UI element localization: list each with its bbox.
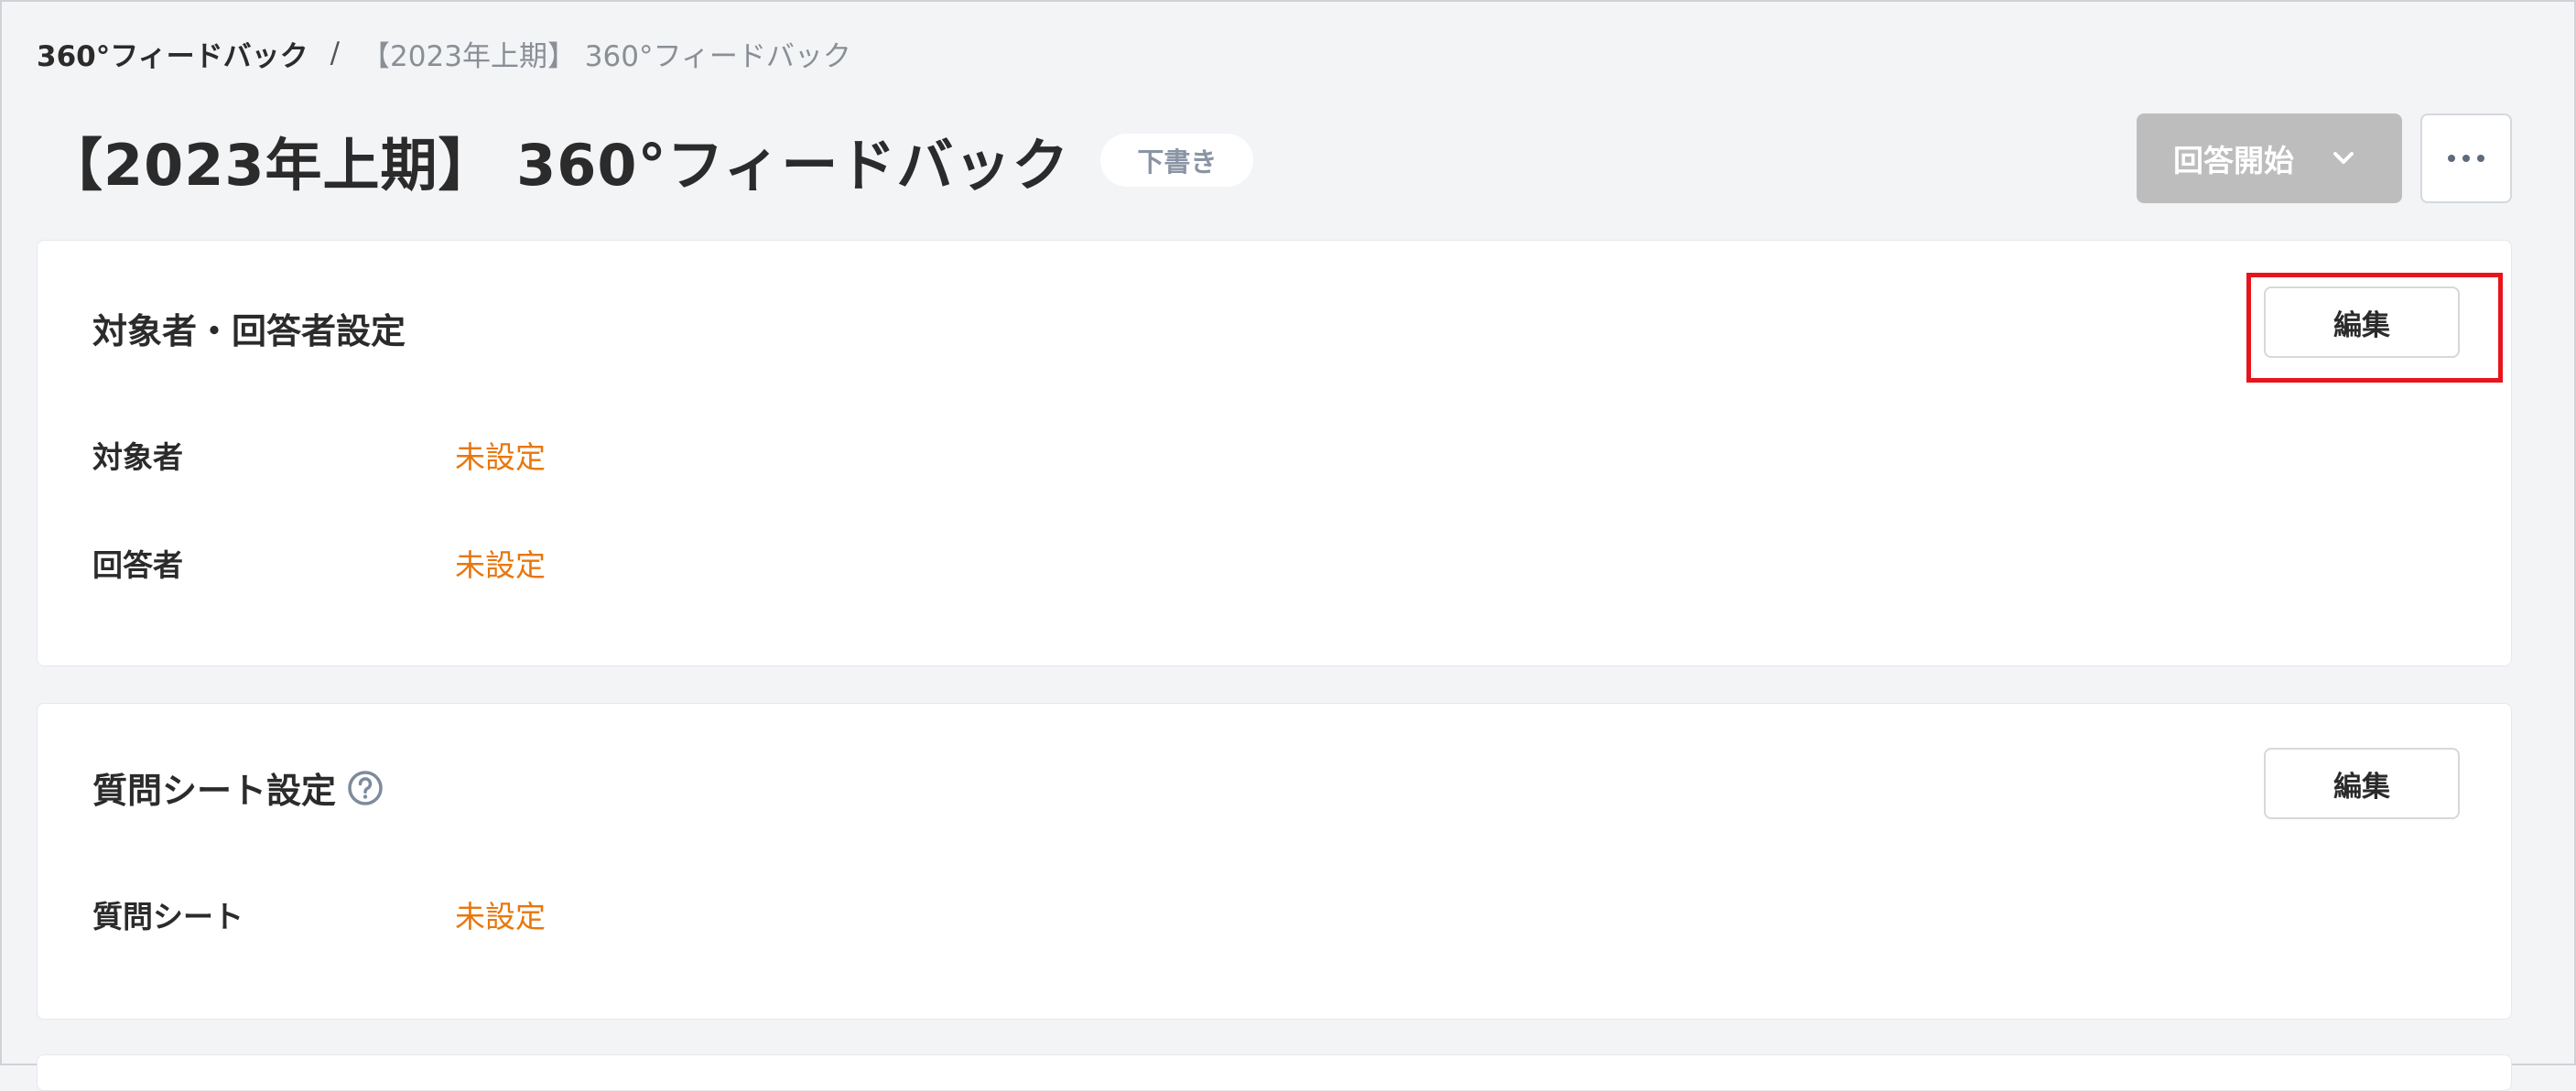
question-sheet-title: 質問シート設定: [92, 771, 337, 811]
breadcrumb-current: 【2023年上期】 360°フィードバック: [362, 39, 851, 73]
page-title: 【2023年上期】 360°フィードバック: [46, 132, 1070, 199]
question-circle-icon[interactable]: [347, 770, 384, 806]
respondent-row-label: 回答者: [92, 547, 183, 583]
targets-settings-title: 対象者・回答者設定: [92, 311, 406, 351]
breadcrumb-root-link[interactable]: 360°フィードバック: [37, 33, 308, 74]
next-section-card: [37, 1054, 2512, 1091]
breadcrumb-separator: /: [330, 37, 341, 70]
question-sheet-row-label: 質問シート: [92, 899, 244, 934]
breadcrumb: 360°フィードバック / 【2023年上期】 360°フィードバック: [37, 33, 851, 73]
respondent-row-value: 未設定: [455, 547, 546, 583]
target-row-label: 対象者: [92, 439, 183, 475]
question-sheet-row-value: 未設定: [455, 899, 546, 934]
more-options-button[interactable]: [2420, 113, 2512, 203]
chevron-down-icon: [2333, 152, 2354, 164]
page: 360°フィードバック / 【2023年上期】 360°フィードバック 【202…: [0, 0, 2576, 1091]
start-answer-button[interactable]: 回答開始: [2137, 113, 2402, 203]
start-answer-label: 回答開始: [2173, 143, 2294, 178]
question-sheet-card: 質問シート設定 編集 質問シート 未設定: [37, 703, 2512, 1020]
question-sheet-edit-button[interactable]: 編集: [2264, 748, 2460, 819]
targets-settings-card: 対象者・回答者設定 編集 対象者 未設定 回答者 未設定: [37, 240, 2512, 666]
more-horizontal-icon: [2448, 155, 2484, 162]
title-row: 【2023年上期】 360°フィードバック 下書き: [46, 119, 1254, 201]
status-badge: 下書き: [1100, 134, 1254, 187]
question-sheet-title-wrap: 質問シート設定: [92, 762, 384, 813]
target-row-value: 未設定: [455, 439, 546, 475]
targets-edit-button[interactable]: 編集: [2264, 286, 2460, 358]
